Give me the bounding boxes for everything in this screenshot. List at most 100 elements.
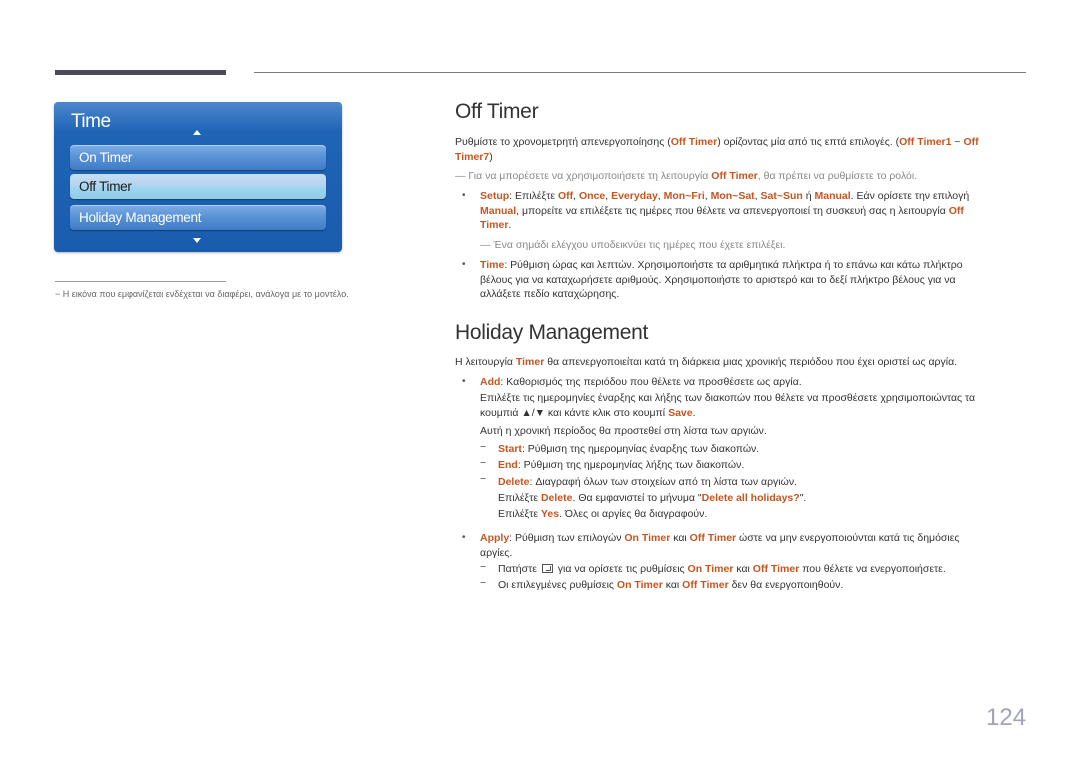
header-rule — [254, 72, 1026, 73]
setup-item: Setup: Επιλέξτε Off, Once, Everyday, Mon… — [480, 189, 1030, 233]
bullet: • — [462, 190, 466, 201]
press-item: Πατήστε για να ορίσετε τις ρυθμίσεις On … — [498, 562, 946, 577]
highlight: Timer7 — [455, 150, 490, 163]
text: ) ορίζοντας μία από τις επτά επιλογές. ( — [717, 136, 900, 148]
menu-item-on-timer[interactable]: On Timer — [70, 145, 326, 170]
highlight: Yes — [540, 508, 560, 521]
highlight: Add — [480, 376, 501, 388]
highlight: Timer — [515, 356, 545, 368]
dash: − — [480, 441, 487, 453]
text: , θα πρέπει να ρυθμίσετε το ρολόι. — [757, 170, 918, 182]
highlight: Off Timer1 — [899, 136, 952, 148]
text: Επιλέξτε — [498, 508, 541, 521]
menu-item-off-timer[interactable]: Off Timer — [70, 174, 326, 199]
highlight: Off Timer — [682, 579, 729, 591]
text: . Εάν ορίσετε την επιλογή — [850, 190, 970, 202]
highlight: Start — [498, 443, 522, 455]
highlight: Manual — [814, 190, 851, 202]
note-divider — [55, 281, 226, 282]
dash: − — [480, 457, 487, 469]
text: και — [670, 532, 690, 544]
highlight: Off Timer — [670, 136, 718, 148]
dash: − — [480, 561, 487, 573]
text: και — [733, 563, 753, 575]
highlight: Save — [668, 407, 693, 419]
off-timer-note: — Για να μπορέσετε να χρησιμοποιήσετε τη… — [455, 169, 917, 184]
text: ". — [799, 492, 807, 505]
text: Η λειτουργία — [455, 356, 516, 368]
bullet: • — [462, 259, 466, 270]
highlight: Sat~Sun — [760, 190, 803, 202]
text: : Ρύθμιση των επιλογών — [509, 532, 625, 544]
text: για να ορίσετε τις ρυθμίσεις — [554, 563, 688, 575]
text: ~ — [951, 136, 964, 148]
text: : Ρύθμιση της ημερομηνίας λήξης των διακ… — [517, 459, 745, 471]
start-item: Start: Ρύθμιση της ημερομηνίας έναρξης τ… — [498, 442, 759, 457]
page-number: 124 — [986, 704, 1027, 731]
off-timer-intro: Ρυθμίστε το χρονομετρητή απενεργοποίησης… — [455, 135, 1027, 164]
setup-note: — Ένα σημάδι ελέγχου υποδεικνύει τις ημέ… — [480, 239, 786, 251]
text: ώστε να μην ενεργοποιούνται κατά τις δημ… — [736, 532, 960, 544]
highlight: On Timer — [624, 532, 671, 544]
text: ή — [802, 190, 815, 202]
highlight: End — [498, 459, 518, 471]
highlight: Setup — [480, 190, 510, 202]
image-disclaimer: − Η εικόνα που εμφανίζεται ενδέχεται να … — [55, 289, 349, 299]
text: : Επιλέξτε — [509, 190, 558, 202]
selected-item: Οι επιλεγμένες ρυθμίσεις On Timer και Of… — [498, 578, 843, 593]
highlight: On Timer — [616, 579, 663, 591]
text: : Ρύθμιση ώρας και λεπτών. Χρησιμοποιήστ… — [504, 259, 963, 271]
text: : Διαγραφή όλων των στοιχείων από τη λίσ… — [529, 476, 798, 488]
delete-item: Delete : Διαγραφή όλων των στοιχείων από … — [498, 474, 806, 523]
bullet: • — [462, 532, 466, 543]
text: βέλους για να καταχωρήσετε αριθμούς. Χρη… — [480, 273, 956, 286]
text: . Όλες οι αργίες θα διαγραφούν. — [559, 508, 708, 521]
highlight: Delete all holidays? — [701, 492, 800, 505]
scroll-up-icon[interactable] — [193, 130, 201, 135]
text: Πατήστε — [498, 563, 540, 575]
add-item: Add: Καθορισμός της περιόδου που θέλετε … — [480, 375, 1030, 422]
highlight: Timer — [480, 219, 509, 232]
highlight: Off — [557, 190, 574, 202]
add-result: Αυτή η χρονική περίοδος θα προστεθεί στη… — [480, 425, 767, 437]
text: δεν θα ενεργοποιηθούν. — [728, 579, 844, 591]
highlight: Mon~Fri — [663, 190, 705, 202]
highlight: Time — [480, 259, 505, 271]
text: και — [662, 579, 683, 591]
text: : Καθορισμός της περιόδου που θέλετε να … — [500, 376, 802, 388]
highlight: Once — [578, 190, 606, 202]
menu-title: Time — [71, 111, 111, 132]
header-accent-bar — [55, 70, 226, 75]
dash: − — [480, 473, 487, 485]
text: Ρυθμίστε το χρονομετρητή απενεργοποίησης… — [455, 136, 671, 148]
text: ) — [489, 150, 493, 163]
enter-key-icon — [541, 564, 553, 573]
off-timer-heading: Off Timer — [455, 100, 539, 123]
holiday-heading: Holiday Management — [455, 321, 649, 344]
text: θα απενεργοποιείται κατά τη διάρκεια μια… — [544, 356, 958, 368]
end-item: End: Ρύθμιση της ημερομηνίας λήξης των δ… — [498, 458, 744, 473]
highlight: Off — [963, 136, 979, 148]
text: — Για να μπορέσετε να χρησιμοποιήσετε τη… — [455, 170, 712, 182]
holiday-intro: Η λειτουργία Timer θα απενεργοποιείται κ… — [455, 355, 957, 370]
highlight: Apply — [480, 532, 510, 544]
menu-item-holiday-management[interactable]: Holiday Management — [70, 205, 326, 230]
text: που θέλετε να ενεργοποιήσετε. — [799, 563, 946, 575]
text: Επιλέξτε τις ημερομηνίες έναρξης και λήξ… — [480, 391, 976, 404]
dash: − — [480, 577, 487, 589]
highlight: On Timer — [687, 563, 734, 575]
text: . — [508, 219, 512, 232]
scroll-down-icon[interactable] — [193, 238, 201, 243]
text: αλλάξετε πεδίο καταχώρησης. — [480, 288, 620, 301]
text: Επιλέξτε — [498, 492, 541, 505]
text: . Θα εμφανιστεί το μήνυμα " — [572, 492, 702, 505]
highlight: Off — [948, 204, 964, 217]
bullet: • — [462, 376, 466, 387]
time-item: Time: Ρύθμιση ώρας και λεπτών. Χρησιμοπο… — [480, 258, 1030, 302]
text: , μπορείτε να επιλέξετε τις ημέρες που θ… — [516, 204, 949, 217]
highlight: Delete — [540, 492, 573, 505]
text: κουμπιά ▲/▼ και κάντε κλικ στο κουμπί — [480, 407, 669, 419]
text: Οι επιλεγμένες ρυθμίσεις — [498, 579, 617, 591]
apply-item: Apply: Ρύθμιση των επιλογών On Timer και… — [480, 531, 1030, 560]
text: . — [692, 407, 696, 419]
